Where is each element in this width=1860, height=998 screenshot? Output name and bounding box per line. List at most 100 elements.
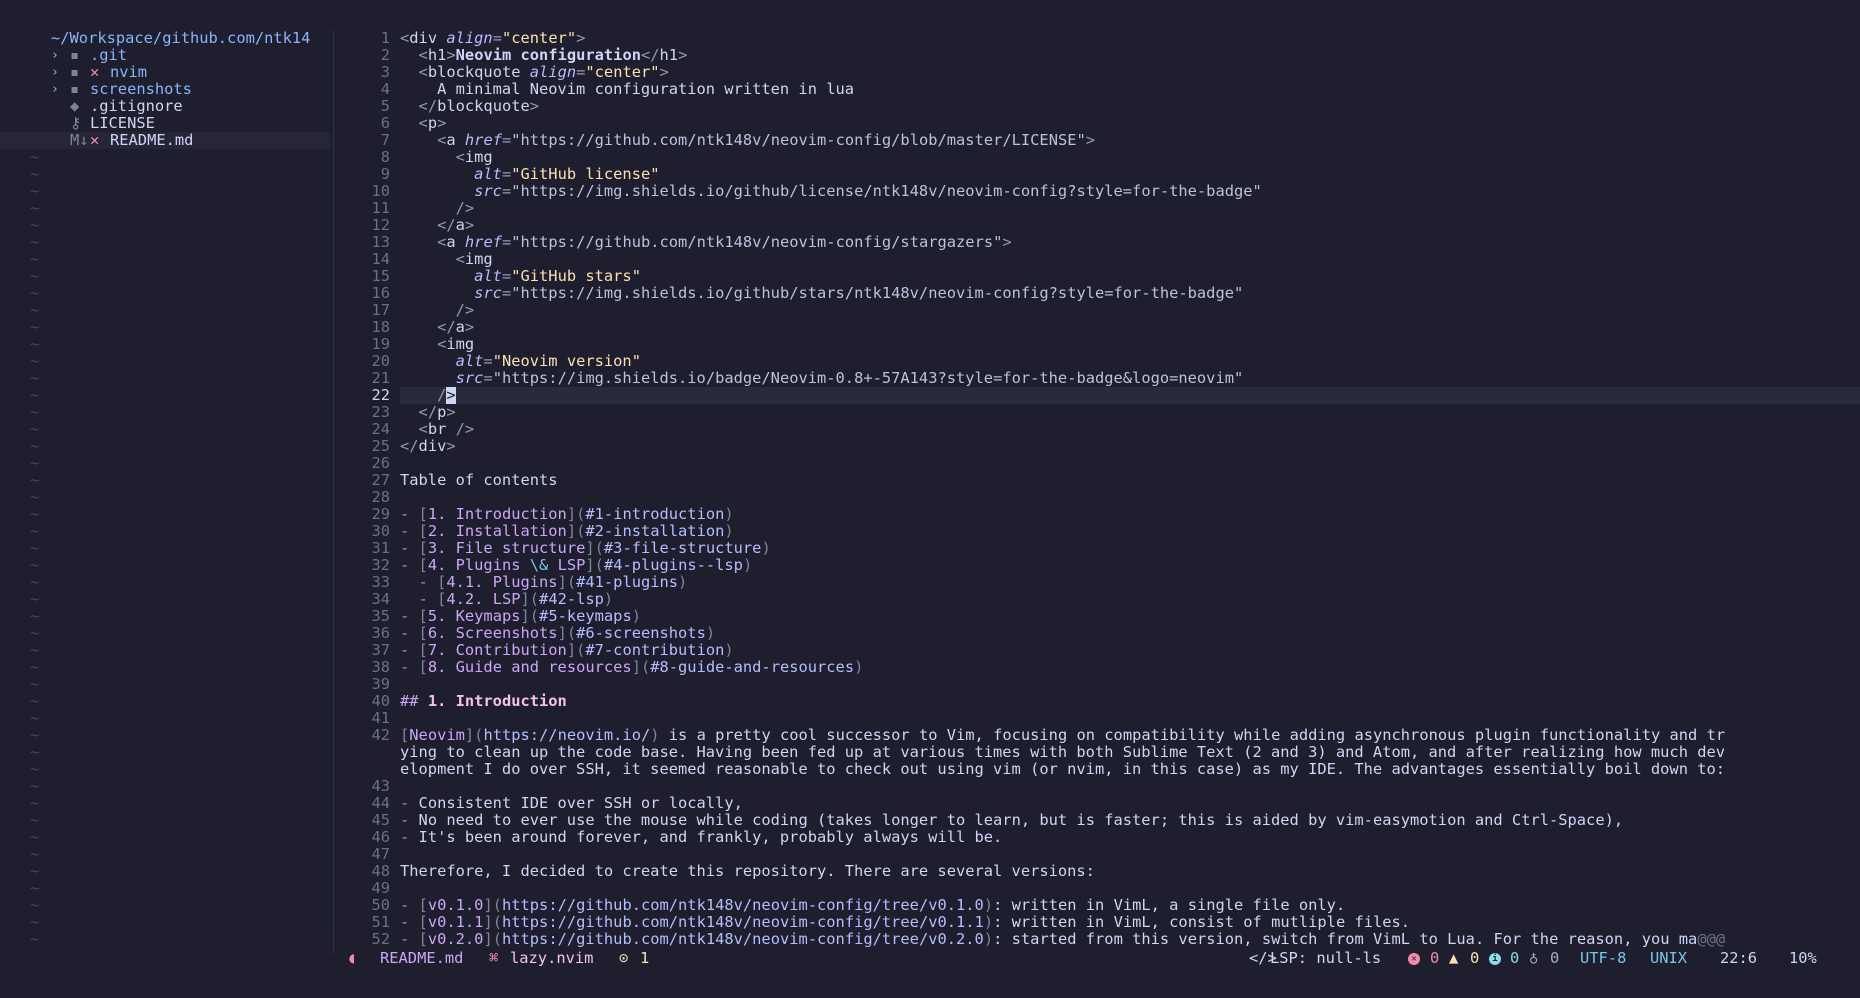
- warning-count[interactable]: 0: [1470, 947, 1479, 969]
- info-icon: i: [1489, 947, 1501, 969]
- code-line[interactable]: [400, 846, 1830, 863]
- code-line[interactable]: elopment I do over SSH, it seemed reason…: [400, 761, 1830, 778]
- code-line[interactable]: [Neovim](https://neovim.io/) is a pretty…: [400, 727, 1830, 744]
- warning-icon: ▲: [1449, 949, 1459, 967]
- code-token: ): [678, 574, 688, 591]
- code-token: ): [724, 642, 734, 659]
- code-line[interactable]: <a href="https://github.com/ntk148v/neov…: [400, 234, 1830, 251]
- code-token: >: [1085, 132, 1096, 149]
- code-line[interactable]: />: [400, 200, 1830, 217]
- window-separator[interactable]: [333, 30, 334, 954]
- code-line[interactable]: </a>: [400, 217, 1830, 234]
- code-line[interactable]: - [4.1. Plugins](#41-plugins): [400, 574, 1830, 591]
- code-token: -: [400, 795, 419, 812]
- code-line[interactable]: - It's been around forever, and frankly,…: [400, 829, 1830, 846]
- code-line[interactable]: - [8. Guide and resources](#8-guide-and-…: [400, 659, 1830, 676]
- updates-count[interactable]: 1: [640, 947, 649, 969]
- code-line[interactable]: src="https://img.shields.io/badge/Neovim…: [400, 370, 1830, 387]
- code-line[interactable]: src="https://img.shields.io/github/licen…: [400, 183, 1830, 200]
- tree-item[interactable]: M↓ ✕ README.md: [0, 132, 330, 149]
- code-line[interactable]: - No need to ever use the mouse while co…: [400, 812, 1830, 829]
- info-count[interactable]: 0: [1510, 947, 1519, 969]
- code-line[interactable]: </p>: [400, 404, 1830, 421]
- lsp-status[interactable]: LSP: null-ls: [1270, 947, 1381, 969]
- code-line[interactable]: <blockquote align="center">: [400, 64, 1830, 81]
- code-line[interactable]: <img: [400, 251, 1830, 268]
- code-line[interactable]: </a>: [400, 319, 1830, 336]
- code-line[interactable]: </div>: [400, 438, 1830, 455]
- code-line[interactable]: [400, 778, 1830, 795]
- empty-line-tilde: ~: [30, 386, 40, 404]
- code-line[interactable]: Table of contents: [400, 472, 1830, 489]
- code-line[interactable]: - [3. File structure](#3-file-structure): [400, 540, 1830, 557]
- code-line[interactable]: <br />: [400, 421, 1830, 438]
- code-token: : written in VimL, a single file only.: [993, 897, 1346, 914]
- code-line[interactable]: alt="GitHub license": [400, 166, 1830, 183]
- statusline-filename[interactable]: README.md: [380, 947, 463, 969]
- code-line[interactable]: alt="Neovim version": [400, 353, 1830, 370]
- code-line[interactable]: [400, 489, 1830, 506]
- code-line[interactable]: - [v0.1.1](https://github.com/ntk148v/ne…: [400, 914, 1830, 931]
- code-token: elopment I do over SSH, it seemed reason…: [400, 761, 1726, 778]
- code-line[interactable]: <img: [400, 149, 1830, 166]
- code-token: =: [501, 183, 512, 200]
- code-token: ): [983, 931, 994, 948]
- code-line[interactable]: src="https://img.shields.io/github/stars…: [400, 285, 1830, 302]
- code-line[interactable]: [400, 455, 1830, 472]
- code-line[interactable]: - [6. Screenshots](#6-screenshots): [400, 625, 1830, 642]
- code-line[interactable]: A minimal Neovim configuration written i…: [400, 81, 1830, 98]
- encoding[interactable]: UTF-8: [1580, 947, 1626, 969]
- code-line[interactable]: - [5. Keymaps](#5-keymaps): [400, 608, 1830, 625]
- code-line[interactable]: [400, 710, 1830, 727]
- code-line[interactable]: alt="GitHub stars": [400, 268, 1830, 285]
- file-tree: ~/Workspace/github.com/ntk14 › ▪ .git › ▪ ✕ nv…: [0, 30, 334, 952]
- code-line[interactable]: - [2. Installation](#2-installation): [400, 523, 1830, 540]
- tree-item[interactable]: › ▪ .git: [0, 47, 330, 64]
- empty-line-tilde: ~: [30, 828, 40, 846]
- code-line[interactable]: - [4.2. LSP](#42-lsp): [400, 591, 1830, 608]
- empty-line-tilde: ~: [30, 607, 40, 625]
- code-line[interactable]: ying to clean up the code base. Having b…: [400, 744, 1830, 761]
- tree-item[interactable]: ◆ .gitignore: [0, 98, 330, 115]
- code-line[interactable]: - [1. Introduction](#1-introduction): [400, 506, 1830, 523]
- fileformat[interactable]: UNIX: [1650, 947, 1687, 969]
- editor-buffer[interactable]: 1 <div align="center"> 2 <h1>Neovim config…: [338, 30, 1860, 952]
- code-token: src: [474, 183, 502, 200]
- code-line[interactable]: - [7. Contribution](#7-contribution): [400, 642, 1830, 659]
- code-token: 7. Contribution: [427, 642, 567, 659]
- code-line[interactable]: ## 1. Introduction: [400, 693, 1830, 710]
- code-line[interactable]: [400, 880, 1830, 897]
- code-line[interactable]: />: [400, 387, 1830, 404]
- code-line[interactable]: - [v0.2.0](https://github.com/ntk148v/ne…: [400, 931, 1830, 948]
- line-number: 9: [380, 165, 390, 183]
- code-token: v0.2.0: [427, 931, 484, 948]
- code-line[interactable]: <a href="https://github.com/ntk148v/neov…: [400, 132, 1830, 149]
- code-line[interactable]: <div align="center">: [400, 30, 1830, 47]
- line-number: [338, 761, 390, 778]
- code-line[interactable]: <img: [400, 336, 1830, 353]
- code-line[interactable]: Therefore, I decided to create this repo…: [400, 863, 1830, 880]
- lazy-label[interactable]: lazy.nvim: [510, 947, 593, 969]
- code-line[interactable]: <p>: [400, 115, 1830, 132]
- tree-root-path[interactable]: ~/Workspace/github.com/ntk14: [51, 30, 381, 47]
- code-token: 6. Screenshots: [427, 625, 558, 642]
- code-line[interactable]: />: [400, 302, 1830, 319]
- code-line[interactable]: [400, 676, 1830, 693]
- code-line[interactable]: - [v0.1.0](https://github.com/ntk148v/ne…: [400, 897, 1830, 914]
- code-token: #7-contribution: [585, 642, 725, 659]
- code-token: ](: [585, 540, 604, 557]
- tree-item[interactable]: › ▪ ✕ nvim: [0, 64, 330, 81]
- error-count[interactable]: 0: [1430, 947, 1439, 969]
- code-token: >: [464, 217, 475, 234]
- line-number: 7: [380, 131, 390, 149]
- code-line[interactable]: - [4. Plugins \& LSP](#4-plugins--lsp): [400, 557, 1830, 574]
- tree-item[interactable]: ⚷ LICENSE: [0, 115, 330, 132]
- tree-item[interactable]: › ▪ screenshots: [0, 81, 330, 98]
- code-line[interactable]: - Consistent IDE over SSH or locally,: [400, 795, 1830, 812]
- code-line[interactable]: <h1>Neovim configuration</h1>: [400, 47, 1830, 64]
- hint-count[interactable]: 0: [1550, 947, 1559, 969]
- code-line[interactable]: </blockquote>: [400, 98, 1830, 115]
